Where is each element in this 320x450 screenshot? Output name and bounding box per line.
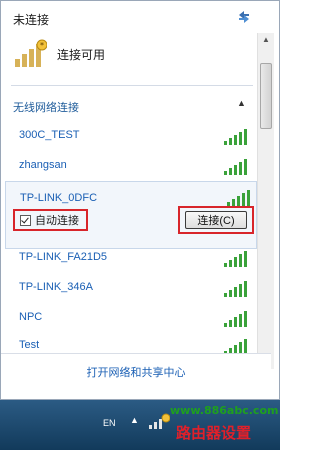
network-item[interactable]: NPC (1, 303, 256, 333)
network-name: 300C_TEST (19, 129, 80, 141)
panel-title: 未连接 (13, 13, 50, 27)
network-name: zhangsan (19, 159, 67, 171)
network-item[interactable]: TP-LINK_346A (1, 273, 256, 303)
network-item[interactable]: zhangsan (1, 151, 256, 181)
tray-network-icon[interactable] (148, 412, 170, 430)
auto-connect-highlight: 自动连接 (13, 209, 88, 231)
wireless-network-panel: 未连接 * 连接可用 无线网络连接 ▲ 300C_TEST zhangsan T… (0, 0, 280, 400)
scroll-thumb[interactable] (260, 63, 272, 129)
signal-strength-icon (224, 159, 247, 175)
signal-strength-icon (224, 129, 247, 145)
signal-strength-icon (224, 281, 247, 297)
network-name: TP-LINK_FA21D5 (19, 251, 108, 263)
network-name: TP-LINK_346A (19, 281, 93, 293)
connection-status: * 连接可用 (13, 39, 105, 69)
signal-strength-icon (227, 190, 250, 206)
panel-footer: 打开网络和共享中心 (1, 353, 271, 390)
chevron-up-icon[interactable]: ▲ (237, 98, 246, 108)
watermark-name: 路由器设置 (176, 424, 252, 442)
network-unavailable-icon: * (15, 39, 47, 67)
auto-connect-checkbox[interactable] (20, 214, 31, 226)
tray-expand-icon[interactable]: ▲ (130, 415, 139, 425)
network-item[interactable]: 300C_TEST (1, 121, 256, 151)
signal-strength-icon (224, 339, 247, 353)
network-item[interactable]: TP-LINK_FA21D5 (1, 243, 256, 273)
taskbar: EN ▲ www.886abc.com 路由器设置 (0, 400, 280, 450)
language-indicator[interactable]: EN (103, 418, 116, 428)
auto-connect-label: 自动连接 (35, 215, 79, 227)
network-item[interactable]: Test (1, 331, 256, 353)
open-network-sharing-center-link[interactable]: 打开网络和共享中心 (1, 364, 271, 380)
network-name: TP-LINK_0DFC (20, 192, 98, 204)
vertical-scrollbar[interactable]: ▲ ▼ (257, 33, 274, 369)
svg-text:*: * (40, 41, 44, 50)
connect-button[interactable]: 连接(C) (185, 211, 247, 229)
connect-button-highlight: 连接(C) (178, 206, 254, 234)
signal-strength-icon (224, 311, 247, 327)
network-name: NPC (19, 311, 43, 323)
refresh-icon[interactable] (236, 9, 252, 25)
network-item-expanded[interactable]: TP-LINK_0DFC 自动连接 连接(C) (5, 181, 257, 249)
scroll-up-icon[interactable]: ▲ (258, 33, 274, 47)
network-name: Test (19, 339, 40, 351)
status-label: 连接可用 (57, 47, 106, 62)
divider (11, 85, 253, 86)
signal-strength-icon (224, 251, 247, 267)
section-header: 无线网络连接 (13, 102, 79, 114)
watermark-url: www.886abc.com (170, 404, 279, 417)
